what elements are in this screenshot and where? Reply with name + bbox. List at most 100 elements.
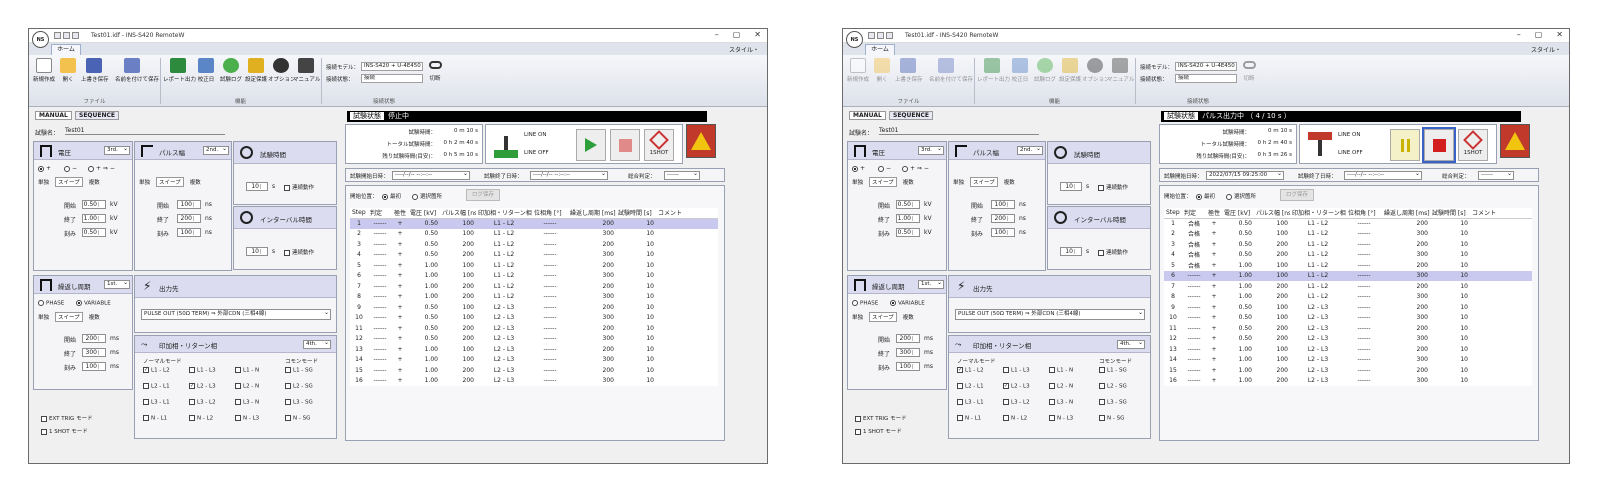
- subtab-single[interactable]: 単独: [139, 178, 150, 186]
- subtab-multiple[interactable]: 複数: [903, 313, 914, 321]
- column-header[interactable]: Step: [350, 208, 368, 219]
- table-row[interactable]: 4 ------ +0.50 200 L1 - L2 ------ 300 10: [350, 250, 718, 261]
- column-header[interactable]: 極性: [1206, 208, 1222, 219]
- stop-button[interactable]: [1422, 127, 1456, 163]
- disconnect-button[interactable]: 切断: [1239, 58, 1259, 82]
- phase-checkbox[interactable]: ✓ L1 - L2: [957, 367, 984, 374]
- minimize-icon[interactable]: –: [715, 30, 719, 39]
- comment-cell[interactable]: [1470, 323, 1532, 334]
- tab-sequence[interactable]: SEQUENCE: [75, 111, 120, 120]
- save-as-button[interactable]: 名前を付けて保存: [929, 58, 973, 83]
- table-row[interactable]: 7 ------ +1.00 200 L1 - L2 ------ 200 10: [1164, 281, 1532, 292]
- comment-cell[interactable]: [1470, 302, 1532, 313]
- common-checkbox[interactable]: L2 - SG: [1099, 383, 1127, 390]
- repeat-end-input[interactable]: 300: [82, 348, 106, 357]
- option-button[interactable]: オプション: [1082, 58, 1110, 83]
- subtab-sweep[interactable]: スイープ: [55, 312, 83, 322]
- test-log-button[interactable]: 試験ログ: [1032, 58, 1058, 83]
- table-row[interactable]: 15 ------ +1.00 200 L2 - L3 ------ 200 10: [350, 365, 718, 376]
- subtab-sweep[interactable]: スイープ: [55, 177, 83, 187]
- column-header[interactable]: 判定: [368, 208, 392, 219]
- report-button[interactable]: レポート出力: [977, 58, 1010, 83]
- column-header[interactable]: 試験時間 [s]: [616, 208, 656, 219]
- app-logo[interactable]: NS: [32, 31, 49, 48]
- conn-model-select[interactable]: INS-S420 + U-4E450: [361, 62, 423, 71]
- repeat-order-select[interactable]: 1st.: [918, 280, 944, 289]
- table-row[interactable]: 16 ------ +1.00 200 L2 - L3 ------ 300 10: [350, 376, 718, 387]
- table-row[interactable]: 8 ------ +1.00 200 L1 - L2 ------ 300 10: [350, 292, 718, 303]
- pulse-end-input[interactable]: 200: [177, 214, 201, 223]
- column-header[interactable]: 試験時間 [s]: [1430, 208, 1470, 219]
- comment-cell[interactable]: [1470, 376, 1532, 387]
- output-select[interactable]: PULSE OUT (50Ω TERM) ⇒ 外部CDN (三相4線): [141, 309, 331, 320]
- column-header[interactable]: パルス幅 [ns]: [440, 208, 476, 219]
- column-header[interactable]: 判定: [1182, 208, 1206, 219]
- voltage-end-input[interactable]: 1.00: [82, 214, 106, 223]
- table-row[interactable]: 3 ------ +0.50 200 L1 - L2 ------ 200 10: [350, 239, 718, 250]
- common-checkbox[interactable]: L1 - SG: [285, 367, 313, 374]
- one-shot-mode-checkbox[interactable]: 1 SHOT モード: [855, 427, 902, 435]
- warning-button[interactable]: [1500, 124, 1530, 158]
- repeat-start-input[interactable]: 200: [82, 334, 106, 343]
- pause-button[interactable]: [1390, 129, 1420, 161]
- column-header[interactable]: 位相角 [°]: [532, 208, 568, 219]
- voltage-step-input[interactable]: 0.50: [896, 228, 920, 237]
- manual-button[interactable]: マニュアル: [1107, 58, 1134, 83]
- subtab-sweep[interactable]: スイープ: [869, 177, 897, 187]
- open-button[interactable]: 開く: [869, 58, 895, 83]
- repeat-order-select[interactable]: 1st.: [104, 280, 130, 289]
- test-time-continuous[interactable]: 連続動作: [1098, 183, 1128, 191]
- start-position-selected[interactable]: 選択箇所: [412, 192, 442, 200]
- overwrite-save-button[interactable]: 上書き保存: [895, 58, 923, 83]
- new-file-icon[interactable]: [54, 32, 61, 39]
- close-icon[interactable]: ✕: [1556, 30, 1563, 39]
- line-switch-icon[interactable]: [1308, 130, 1332, 160]
- save-as-button[interactable]: 名前を付けて保存: [115, 58, 159, 83]
- column-header[interactable]: コメント: [1470, 208, 1532, 219]
- ext-trig-checkbox[interactable]: EXT TRIG モード: [855, 414, 907, 422]
- subtab-single[interactable]: 単独: [38, 313, 49, 321]
- common-checkbox[interactable]: L1 - SG: [1099, 367, 1127, 374]
- comment-cell[interactable]: [1470, 239, 1532, 250]
- calibration-button[interactable]: 校正日: [1007, 58, 1033, 83]
- apply-phase-order-select[interactable]: 4th.: [1117, 340, 1145, 349]
- open-folder-icon[interactable]: [877, 32, 884, 39]
- comment-cell[interactable]: [1470, 250, 1532, 261]
- comment-cell[interactable]: [656, 292, 718, 303]
- common-checkbox[interactable]: L3 - SG: [285, 399, 313, 406]
- phase-checkbox[interactable]: N - L2: [189, 415, 213, 422]
- table-row[interactable]: 7 ------ +1.00 200 L1 - L2 ------ 200 10: [350, 281, 718, 292]
- interval-input[interactable]: 10: [246, 247, 268, 256]
- table-row[interactable]: 6 ------ +1.00 100 L1 - L2 ------ 300 10: [1164, 270, 1532, 281]
- common-checkbox[interactable]: L2 - SG: [285, 383, 313, 390]
- polarity-plus[interactable]: +: [852, 165, 865, 172]
- table-row[interactable]: 15 ------ +1.00 200 L2 - L3 ------ 200 10: [1164, 365, 1532, 376]
- interval-continuous[interactable]: 連続動作: [284, 248, 314, 256]
- table-row[interactable]: 3 合格 +0.50 200 L1 - L2 ------ 200 10: [1164, 239, 1532, 250]
- table-row[interactable]: 9 ------ +0.50 100 L2 - L3 ------ 200 10: [350, 302, 718, 313]
- phase-checkbox[interactable]: N - L1: [957, 415, 981, 422]
- phase-checkbox[interactable]: L3 - L2: [1003, 399, 1030, 406]
- minimize-icon[interactable]: –: [1517, 30, 1521, 39]
- phase-checkbox[interactable]: L2 - N: [1049, 383, 1073, 390]
- polarity-minus[interactable]: −: [64, 165, 77, 172]
- start-position-first[interactable]: 最初: [1196, 192, 1215, 200]
- polarity-alternate[interactable]: + ⇒ −: [902, 165, 929, 172]
- subtab-single[interactable]: 単独: [852, 313, 863, 321]
- style-menu[interactable]: スタイル・: [1531, 45, 1561, 54]
- stop-button[interactable]: [610, 129, 640, 161]
- phase-checkbox[interactable]: L3 - N: [235, 399, 259, 406]
- phase-checkbox[interactable]: ✓ L2 - L3: [1003, 383, 1030, 390]
- column-header[interactable]: 極性: [392, 208, 408, 219]
- pulse-start-input[interactable]: 100: [177, 200, 201, 209]
- subtab-multiple[interactable]: 複数: [1004, 178, 1015, 186]
- new-button[interactable]: 新規作成: [31, 58, 57, 83]
- comment-cell[interactable]: [656, 355, 718, 366]
- comment-cell[interactable]: [1470, 313, 1532, 324]
- comment-cell[interactable]: [656, 271, 718, 282]
- pulse-order-select[interactable]: 2nd.: [1017, 146, 1043, 155]
- table-row[interactable]: 10 ------ +0.50 100 L2 - L3 ------ 300 10: [1164, 313, 1532, 324]
- open-button[interactable]: 開く: [55, 58, 81, 83]
- comment-cell[interactable]: [656, 229, 718, 240]
- table-row[interactable]: 13 ------ +1.00 100 L2 - L3 ------ 200 10: [350, 344, 718, 355]
